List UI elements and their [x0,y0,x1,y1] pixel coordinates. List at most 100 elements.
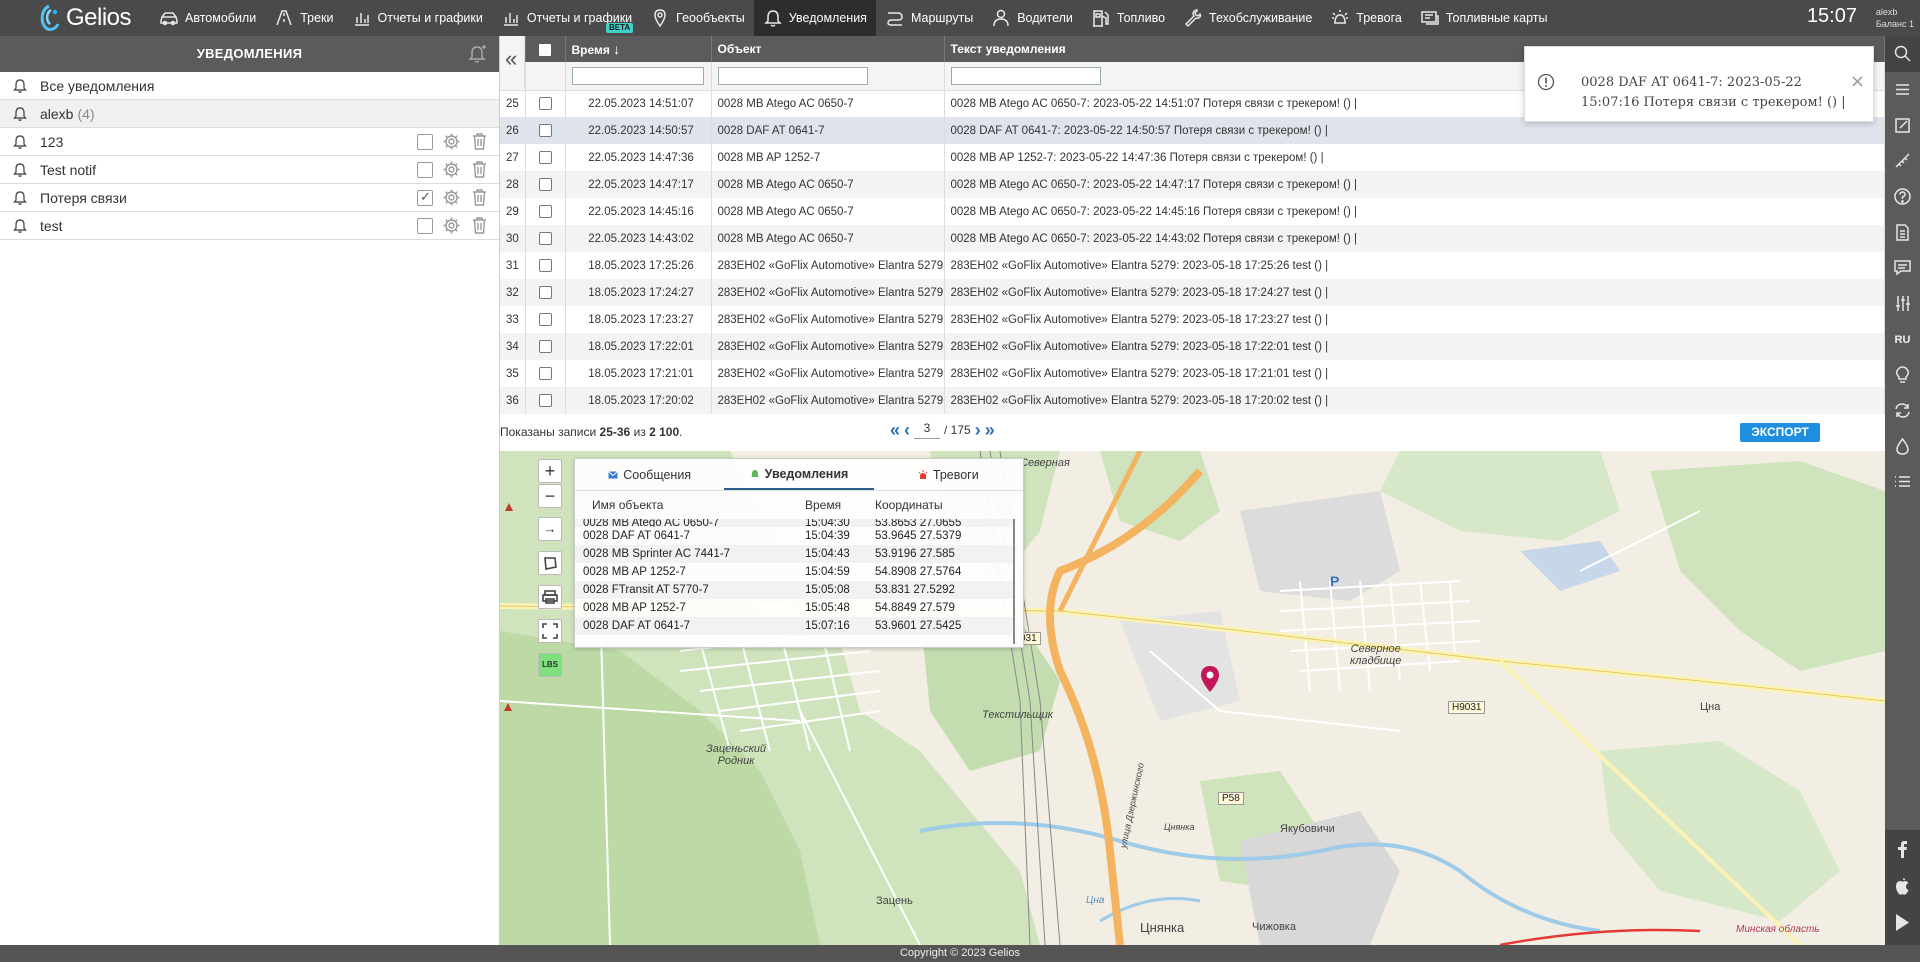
refresh-icon[interactable] [1893,401,1912,420]
notification-item[interactable]: 123 [0,128,499,156]
gear-icon[interactable] [442,216,461,235]
trash-icon[interactable] [470,160,489,179]
row-checkbox[interactable] [538,367,552,380]
row-checkbox[interactable] [538,124,552,137]
lightbulb-icon[interactable] [1893,365,1912,384]
page-input[interactable]: 3 [914,421,941,439]
popup-row[interactable]: 0028 MB AP 1252-7 15:04:59 54.8908 27.5764 [575,563,1013,581]
object-header[interactable]: Объект [711,36,945,62]
popup-tab-alarm[interactable]: Тревоги [874,459,1023,490]
collapse-panel-button[interactable]: « [500,36,525,90]
popup-row[interactable]: 0028 MB AP 1252-7 15:05:48 54.8849 27.579 [575,599,1013,617]
fullscreen-button[interactable] [538,619,562,643]
polygon-button[interactable] [538,551,562,575]
row-checkbox[interactable] [538,205,552,218]
table-row[interactable]: 30 22.05.2023 14:43:02 0028 MB Atego AC 06… [500,225,1885,252]
next-page-icon[interactable]: › [975,421,981,439]
object-filter-input[interactable] [717,66,868,85]
nav-alarm[interactable]: Тревога [1321,0,1411,36]
drop-icon[interactable] [1893,437,1912,456]
table-row[interactable]: 27 22.05.2023 14:47:36 0028 MB AP 1252-7 00… [500,144,1885,171]
zoom-in-button[interactable]: + [538,459,562,483]
table-row[interactable]: 31 18.05.2023 17:25:26 283EH02 «GoFlix Aut… [500,252,1885,279]
nav-chart-beta[interactable]: Отчеты и графики BETA [492,0,641,36]
time-filter-input[interactable] [571,66,704,85]
row-checkbox[interactable] [538,259,552,272]
nav-wrench[interactable]: Техобслуживание [1174,0,1321,36]
gelios-logo[interactable]: Gelios [0,0,150,36]
notification-item[interactable]: alexb (4) [0,100,499,128]
lbs-button[interactable]: LBS [538,653,562,677]
nav-car[interactable]: Автомобили [150,0,265,36]
nav-geo-pin[interactable]: Геообъекты [641,0,754,36]
row-checkbox[interactable] [538,151,552,164]
trash-icon[interactable] [470,132,489,151]
time-header[interactable]: Время ↓ [565,36,712,62]
notification-enable-checkbox[interactable] [417,161,433,178]
trash-icon[interactable] [470,188,489,207]
popup-tab-message[interactable]: Сообщения [575,459,724,490]
list-icon[interactable] [1893,472,1912,491]
sliders-icon[interactable] [1893,294,1912,313]
row-checkbox[interactable] [538,340,552,353]
chat-icon[interactable] [1893,258,1912,277]
popup-tab-bell[interactable]: Уведомления [724,459,874,490]
facebook-icon[interactable] [1893,840,1912,859]
row-checkbox[interactable] [538,97,552,111]
popup-row[interactable]: 0028 FTransit AT 5770-7 15:05:08 53.831 27… [575,581,1013,599]
nav-route[interactable]: Маршруты [876,0,982,36]
first-page-icon[interactable]: « [890,421,900,439]
nav-driver[interactable]: Водители [982,0,1082,36]
menu-icon[interactable] [1893,80,1912,99]
notification-item[interactable]: Потеря связи [0,184,499,212]
notification-enable-checkbox[interactable] [417,133,433,150]
table-row[interactable]: 35 18.05.2023 17:21:01 283EH02 «GoFlix Aut… [500,360,1885,387]
col-time[interactable]: Время [805,498,875,512]
row-checkbox[interactable] [538,394,552,407]
row-checkbox[interactable] [538,232,552,245]
table-row[interactable]: 28 22.05.2023 14:47:17 0028 MB Atego AC 06… [500,171,1885,198]
nav-bell[interactable]: Уведомления [753,0,876,36]
popup-row[interactable]: 0028 DAF AT 0641-7 15:07:16 53.9601 27.542… [575,617,1013,635]
popup-row[interactable]: 0028 DAF AT 0641-7 15:04:39 53.9645 27.537… [575,527,1013,545]
text-filter-input[interactable] [950,66,1101,85]
vehicle-marker-icon[interactable] [1200,665,1220,693]
gear-icon[interactable] [442,132,461,151]
notification-enable-checkbox[interactable] [417,217,433,234]
notification-item[interactable]: Все уведомления [0,72,499,100]
measure-icon[interactable] [1893,151,1912,170]
col-object-name[interactable]: Имя объекта [575,498,805,512]
nav-card[interactable]: Топливные карты [1411,0,1557,36]
document-icon[interactable] [1893,223,1912,242]
gear-icon[interactable] [442,160,461,179]
nav-fuel[interactable]: Топливо [1082,0,1174,36]
row-checkbox[interactable] [538,313,552,326]
zoom-out-button[interactable]: − [538,484,562,508]
notification-enable-checkbox[interactable] [417,189,433,206]
nav-chart[interactable]: Отчеты и графики [343,0,492,36]
apple-icon[interactable] [1893,877,1912,896]
popup-row-partial[interactable]: 0028 MB Atego AC 0650-7 15:04:30 53.8653 2… [575,519,1013,527]
last-page-icon[interactable]: » [985,421,995,439]
google-play-icon[interactable] [1893,913,1912,932]
table-row[interactable]: 33 18.05.2023 17:23:27 283EH02 «GoFlix Aut… [500,306,1885,333]
language-switch[interactable]: RU [1885,334,1920,346]
toast-close-icon[interactable]: × [1850,71,1865,92]
trash-icon[interactable] [470,216,489,235]
nav-track[interactable]: Треки [265,0,342,36]
table-row[interactable]: 32 18.05.2023 17:24:27 283EH02 «GoFlix Aut… [500,279,1885,306]
table-row[interactable]: 36 18.05.2023 17:20:02 283EH02 «GoFlix Aut… [500,387,1885,414]
row-checkbox[interactable] [538,178,552,191]
notification-item[interactable]: Test notif [0,156,499,184]
notification-item[interactable]: test [0,212,499,240]
col-coords[interactable]: Координаты [875,498,1005,512]
measure-button[interactable]: → [538,517,562,541]
table-row[interactable]: 34 18.05.2023 17:22:01 283EH02 «GoFlix Aut… [500,333,1885,360]
help-icon[interactable] [1893,187,1912,206]
gear-icon[interactable] [442,188,461,207]
prev-page-icon[interactable]: ‹ [904,421,910,439]
search-icon[interactable] [1893,44,1912,63]
edit-icon[interactable] [1893,116,1912,135]
user-info[interactable]: alexb Баланс 1 [1876,6,1914,30]
popup-row[interactable]: 0028 MB Sprinter AC 7441-7 15:04:43 53.919… [575,545,1013,563]
